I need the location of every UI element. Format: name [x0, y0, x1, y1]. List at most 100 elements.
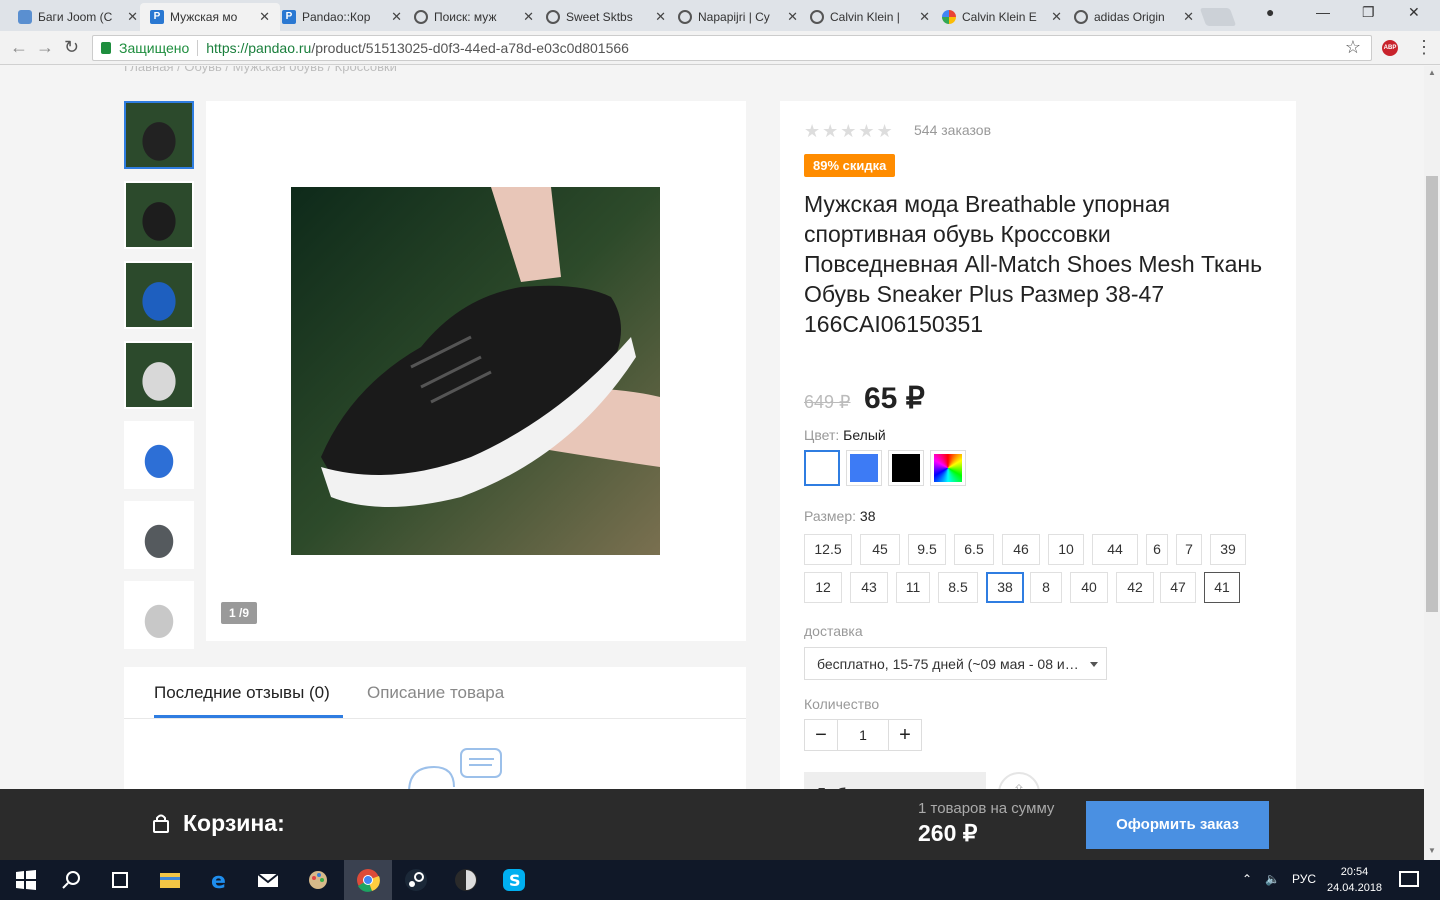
tab-close-icon[interactable]: ✕ — [655, 9, 666, 25]
size-option[interactable]: 43 — [850, 572, 888, 603]
browser-tab[interactable]: adidas Origin ✕ — [1064, 3, 1204, 31]
breadcrumb[interactable]: Главная / Обувь / Мужская обувь / Кроссо… — [124, 66, 397, 74]
scroll-thumb[interactable] — [1426, 176, 1438, 612]
chevron-down-icon — [1090, 662, 1098, 667]
thumbnail[interactable] — [124, 261, 194, 329]
scroll-down-icon[interactable]: ▼ — [1428, 846, 1436, 855]
size-option[interactable]: 47 — [1160, 572, 1196, 603]
tray-chevron-icon[interactable]: ⌃ — [1242, 872, 1252, 886]
app-icon[interactable] — [454, 868, 478, 892]
address-bar[interactable]: Защищено https://pandao.ru /product/5151… — [92, 35, 1372, 61]
size-option[interactable]: 44 — [1092, 534, 1138, 565]
steam-icon[interactable] — [404, 868, 428, 892]
browser-tab[interactable]: Calvin Klein | ✕ — [800, 3, 940, 31]
tab-close-icon[interactable]: ✕ — [919, 9, 930, 25]
tab-close-icon[interactable]: ✕ — [259, 9, 270, 25]
color-swatch[interactable] — [930, 450, 966, 486]
clock[interactable]: 20:54 24.04.2018 — [1327, 864, 1382, 896]
share-icon[interactable]: ⇪ — [998, 772, 1040, 789]
browser-toolbar: ← → ↻ Защищено https://pandao.ru /produc… — [0, 31, 1440, 65]
color-swatch[interactable] — [846, 450, 882, 486]
task-view-icon[interactable] — [108, 868, 132, 892]
page-scrollbar[interactable]: ▲ ▼ — [1424, 66, 1440, 860]
minimize-icon[interactable]: — — [1316, 4, 1330, 20]
size-option[interactable]: 46 — [1002, 534, 1040, 565]
quantity-plus-button[interactable]: + — [889, 720, 921, 750]
forward-icon[interactable]: → — [36, 37, 54, 58]
size-option[interactable]: 8 — [1030, 572, 1062, 603]
delivery-label: доставка — [804, 623, 863, 639]
clock-date: 24.04.2018 — [1327, 882, 1383, 894]
windows-start-icon[interactable] — [14, 868, 38, 892]
thumbnail[interactable] — [124, 181, 194, 249]
notifications-icon[interactable] — [1397, 868, 1421, 892]
thumbnail-image — [126, 423, 192, 487]
browser-tab[interactable]: Поиск: муж ✕ — [404, 3, 544, 31]
thumbnail[interactable] — [124, 101, 194, 169]
skype-icon[interactable]: S — [502, 868, 526, 892]
paint-icon[interactable] — [306, 868, 330, 892]
tab-close-icon[interactable]: ✕ — [523, 9, 534, 25]
mail-icon[interactable] — [256, 868, 280, 892]
size-option[interactable]: 12.5 — [804, 534, 852, 565]
tab-close-icon[interactable]: ✕ — [1051, 9, 1062, 25]
tab-close-icon[interactable]: ✕ — [391, 9, 402, 25]
browser-tab[interactable]: Calvin Klein E ✕ — [932, 3, 1072, 31]
profile-icon[interactable]: ● — [1266, 4, 1274, 20]
browser-tab[interactable]: P Pandao::Кор ✕ — [272, 3, 412, 31]
thumbnail[interactable] — [124, 341, 194, 409]
chrome-icon[interactable] — [356, 868, 380, 892]
product-main-image[interactable] — [291, 187, 660, 555]
browser-tab[interactable]: P Мужская мо ✕ — [140, 3, 280, 31]
browser-tab[interactable]: Napapijri | Су ✕ — [668, 3, 808, 31]
thumbnail[interactable] — [124, 581, 194, 649]
tab-close-icon[interactable]: ✕ — [127, 9, 138, 25]
size-option[interactable]: 12 — [804, 572, 842, 603]
maximize-icon[interactable]: ❐ — [1362, 4, 1375, 21]
size-option[interactable]: 8.5 — [938, 572, 978, 603]
add-to-cart-button[interactable]: Добавить в корзину — [804, 772, 986, 789]
tab-favicon-icon — [1074, 10, 1088, 24]
checkout-button[interactable]: Оформить заказ — [1086, 801, 1269, 849]
size-option[interactable]: 6 — [1146, 534, 1168, 565]
size-option[interactable]: 11 — [896, 572, 930, 603]
tab-label: Баги Joom (С — [38, 10, 113, 24]
scroll-up-icon[interactable]: ▲ — [1428, 68, 1436, 77]
size-option[interactable]: 45 — [860, 534, 900, 565]
size-option[interactable]: 39 — [1210, 534, 1246, 565]
size-option[interactable]: 10 — [1048, 534, 1084, 565]
color-swatch[interactable] — [888, 450, 924, 486]
color-swatch[interactable] — [804, 450, 840, 486]
tab-close-icon[interactable]: ✕ — [1183, 9, 1194, 25]
tab-reviews[interactable]: Последние отзывы (0) — [154, 683, 330, 703]
back-icon[interactable]: ← — [10, 37, 28, 58]
size-option[interactable]: 6.5 — [954, 534, 994, 565]
thumbnail[interactable] — [124, 501, 194, 569]
language-indicator[interactable]: РУС — [1292, 872, 1316, 886]
adblock-icon[interactable]: ABP — [1382, 40, 1398, 56]
size-option[interactable]: 41 — [1204, 572, 1240, 603]
size-option[interactable]: 9.5 — [908, 534, 946, 565]
file-explorer-icon[interactable] — [158, 868, 182, 892]
edge-icon[interactable]: e — [208, 868, 232, 892]
tab-description[interactable]: Описание товара — [367, 683, 504, 703]
reload-icon[interactable]: ↻ — [64, 37, 79, 58]
size-option[interactable]: 38 — [986, 572, 1024, 603]
quantity-input[interactable]: 1 — [837, 720, 889, 750]
browser-menu-icon[interactable]: ⋮ — [1415, 37, 1433, 58]
delivery-select[interactable]: бесплатно, 15-75 дней (~09 мая - 08 июня… — [804, 647, 1107, 680]
thumbnail[interactable] — [124, 421, 194, 489]
size-option[interactable]: 40 — [1070, 572, 1108, 603]
quantity-minus-button[interactable]: − — [805, 720, 837, 750]
new-tab-button[interactable] — [1199, 8, 1237, 26]
window-close-icon[interactable]: ✕ — [1408, 4, 1420, 21]
bookmark-star-icon[interactable]: ☆ — [1345, 37, 1361, 58]
size-option[interactable]: 42 — [1116, 572, 1154, 603]
size-option[interactable]: 7 — [1176, 534, 1202, 565]
svg-text:e: e — [211, 869, 226, 892]
search-icon[interactable] — [60, 868, 84, 892]
tab-close-icon[interactable]: ✕ — [787, 9, 798, 25]
browser-tab[interactable]: Sweet Sktbs ✕ — [536, 3, 676, 31]
browser-tab[interactable]: Баги Joom (С ✕ — [8, 3, 148, 31]
volume-icon[interactable]: 🔈 — [1265, 872, 1280, 886]
